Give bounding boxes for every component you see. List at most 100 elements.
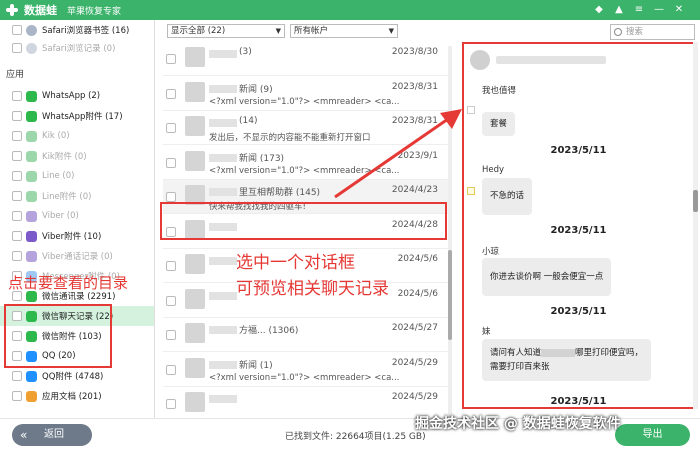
diamond-icon[interactable]: ◆ <box>592 3 606 17</box>
conversation-date: 2024/5/29 <box>391 357 438 368</box>
sidebar-item-app[interactable]: Viber (0) <box>0 206 154 226</box>
safari-icon <box>26 24 37 36</box>
sidebar-item-app[interactable]: Viber通话记录 (0) <box>0 246 154 266</box>
message-date: 2023/5/11 <box>550 145 607 156</box>
message-date: 2023/5/11 <box>550 396 607 407</box>
conversation-title: 里互相帮助群 (145) <box>239 188 321 198</box>
annotation-text-mid-1: 选中一个对话框 <box>236 253 355 273</box>
sidebar-item-app[interactable]: 应用文档 (201) <box>0 386 154 406</box>
conversation-title: 新闻 (9) <box>239 84 273 95</box>
checkbox[interactable] <box>12 111 22 121</box>
redacted-block <box>541 348 576 357</box>
account-dropdown-value: 所有帐户 <box>294 26 329 36</box>
conversation-row[interactable]: 2024/5/29 <box>163 387 448 421</box>
annotation-text-mid-2: 可预览相关聊天记录 <box>236 279 389 299</box>
scrollbar-thumb[interactable] <box>448 250 452 340</box>
annotation-box-sidebar <box>4 304 112 368</box>
sidebar-item-safari-bookmarks[interactable]: Safari浏览器书签 (16) <box>0 20 154 40</box>
message-sender: Hedy <box>482 165 505 175</box>
back-button[interactable]: « 返回 <box>12 424 92 446</box>
scrollbar-track[interactable] <box>448 46 452 426</box>
sidebar-item-app[interactable]: Kik附件 (0) <box>0 146 154 166</box>
checkbox[interactable] <box>166 123 176 133</box>
message-text: 请问有人知道 <box>490 348 542 358</box>
checkbox[interactable] <box>12 371 22 381</box>
message-line: 请问有人知道 哪里打印便宜吗， <box>490 346 643 360</box>
checkbox[interactable] <box>166 54 176 64</box>
annotation-box-conversation <box>160 202 447 240</box>
message-date: 2023/5/11 <box>550 225 607 236</box>
message-text: 哪里打印便宜吗， <box>575 348 644 358</box>
redacted-block <box>209 326 237 334</box>
app-icon <box>26 150 37 162</box>
chat-header-name <box>496 56 606 64</box>
checkbox[interactable] <box>467 187 475 195</box>
checkbox[interactable] <box>12 171 22 181</box>
safari-icon <box>26 42 37 54</box>
annotation-arrow <box>334 109 462 199</box>
checkbox[interactable] <box>12 191 22 201</box>
avatar <box>185 150 205 171</box>
conversation-row[interactable]: (3) 2023/8/30 <box>163 42 448 76</box>
checkbox[interactable] <box>12 43 22 53</box>
search-input[interactable]: 搜索 <box>610 24 695 40</box>
checkbox[interactable] <box>12 131 22 141</box>
app-icon <box>26 250 37 262</box>
redacted-block <box>209 188 237 196</box>
conversation-row[interactable]: 方福... (1306) 2024/5/27 <box>163 318 448 352</box>
sidebar-item-app[interactable]: Kik (0) <box>0 126 154 146</box>
sidebar-item-app[interactable]: QQ附件 (4748) <box>0 366 154 386</box>
checkbox[interactable] <box>12 91 22 101</box>
checkbox[interactable] <box>12 391 22 401</box>
checkbox[interactable] <box>166 295 176 306</box>
sidebar-item-label: Viber (0) <box>42 211 79 221</box>
sidebar-item-app[interactable]: Viber附件 (10) <box>0 226 154 246</box>
sidebar-item-app[interactable]: Line (0) <box>0 166 154 186</box>
chevron-down-icon: ▼ <box>388 27 394 35</box>
checkbox[interactable] <box>467 106 475 114</box>
checkbox[interactable] <box>166 330 176 340</box>
conversation-title: (3) <box>239 47 252 57</box>
close-icon[interactable]: ✕ <box>672 3 686 17</box>
shirt-icon[interactable]: ▲ <box>612 3 626 17</box>
redacted-block <box>209 119 237 127</box>
checkbox[interactable] <box>166 157 176 168</box>
checkbox[interactable] <box>166 399 176 409</box>
checkbox[interactable] <box>12 25 22 35</box>
minimize-icon[interactable]: — <box>652 3 666 17</box>
export-button[interactable]: 导出 <box>615 424 690 446</box>
conversation-title: 新闻 (1) <box>239 360 273 371</box>
sidebar-item-app[interactable]: WhatsApp (2) <box>0 86 154 106</box>
sidebar-item-safari-history[interactable]: Safari浏览记录 (0) <box>0 38 154 58</box>
menu-icon[interactable]: ≡ <box>632 3 646 17</box>
app-icon <box>26 170 37 182</box>
checkbox[interactable] <box>166 88 176 99</box>
conversation-date: 2024/5/6 <box>397 254 438 264</box>
message-bubble: 套餐 <box>482 112 516 136</box>
checkbox[interactable] <box>12 151 22 161</box>
redacted-block <box>209 360 237 369</box>
checkbox[interactable] <box>12 251 22 261</box>
checkbox[interactable] <box>12 211 22 221</box>
chat-scrollbar-track[interactable] <box>693 42 698 409</box>
sidebar-item-app[interactable]: Line附件 (0) <box>0 186 154 206</box>
sidebar-item-label: QQ附件 (4748) <box>42 372 104 382</box>
conversation-title: 新闻 (173) <box>239 153 285 164</box>
filter-dropdown[interactable]: 显示全部 (22) ▼ <box>167 24 285 38</box>
account-dropdown[interactable]: 所有帐户 ▼ <box>290 24 398 38</box>
search-placeholder: 搜索 <box>626 27 644 37</box>
sidebar-item-app[interactable]: WhatsApp附件 (17) <box>0 106 154 126</box>
chat-scrollbar-thumb[interactable] <box>693 190 698 212</box>
sidebar-item-label: Kik附件 (0) <box>42 152 87 162</box>
sidebar-item-label: WhatsApp (2) <box>42 91 101 101</box>
found-files-status: 已找到文件: 22664项目(1.25 GB) <box>285 432 426 442</box>
app-name: 数据蛙 <box>24 4 57 17</box>
checkbox[interactable] <box>166 261 176 271</box>
filter-dropdown-value: 显示全部 (22) <box>171 26 226 36</box>
checkbox[interactable] <box>12 231 22 241</box>
checkbox[interactable] <box>166 192 176 202</box>
avatar <box>185 357 205 378</box>
sidebar-item-label: Viber附件 (10) <box>42 232 102 242</box>
conversation-row[interactable]: 新闻 (1) 2024/5/29 <?xml version="1.0"?> <mm… <box>163 353 448 387</box>
checkbox[interactable] <box>166 364 176 375</box>
